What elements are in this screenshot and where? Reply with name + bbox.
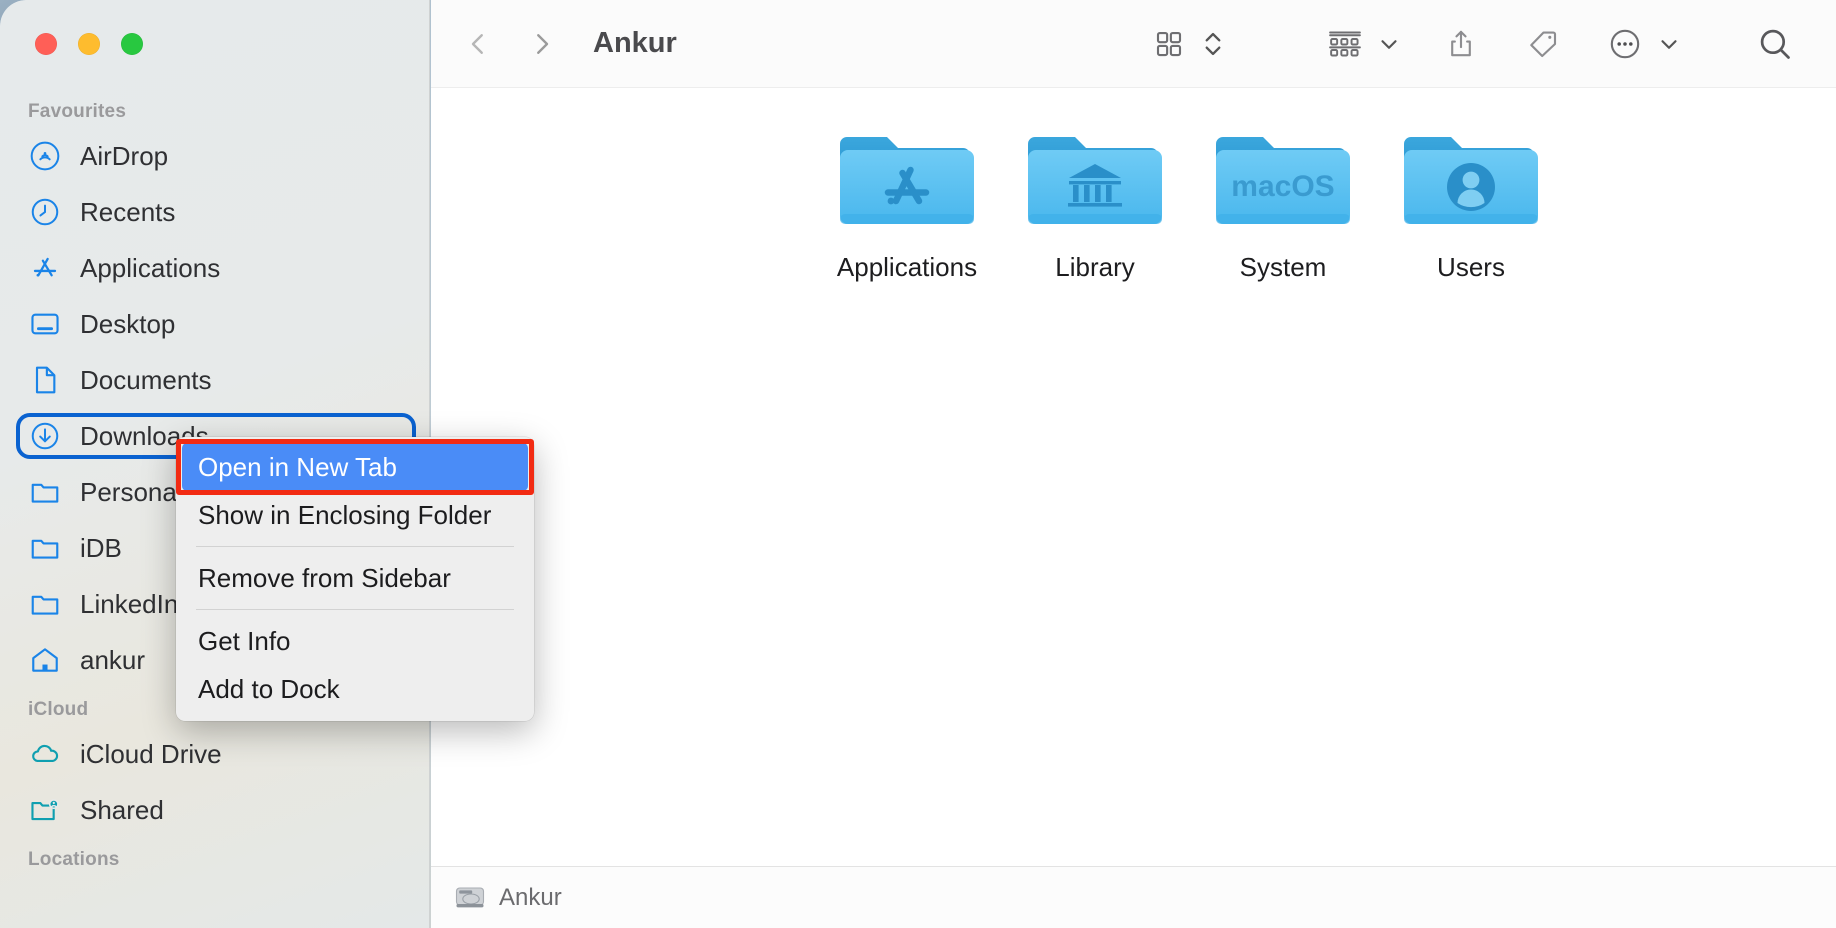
folder-library-icon <box>1022 124 1168 236</box>
grid-view-icon[interactable] <box>1142 17 1196 71</box>
sidebar-item-icloud-drive[interactable]: iCloud Drive <box>0 726 430 782</box>
content-area: Ankur Applications Library macOS System … <box>431 0 1836 928</box>
context-menu: Open in New Tab Show in Enclosing Folder… <box>176 437 534 721</box>
context-menu-separator <box>196 546 514 547</box>
folder-icon <box>28 587 62 621</box>
file-item-system[interactable]: macOS System <box>1189 124 1377 848</box>
sort-stepper-icon[interactable] <box>1196 17 1230 71</box>
sidebar-item-label: Personal <box>80 476 183 507</box>
cloud-icon <box>28 737 62 771</box>
minimize-button[interactable] <box>78 33 100 55</box>
chevron-down-icon[interactable] <box>1372 17 1406 71</box>
sidebar-item-shared[interactable]: Shared <box>0 782 430 838</box>
desktop-icon <box>28 307 62 341</box>
file-item-users[interactable]: Users <box>1377 124 1565 848</box>
sidebar-item-label: Shared <box>80 794 164 825</box>
sidebar-item-label: Documents <box>80 364 212 395</box>
clock-icon <box>28 195 62 229</box>
airdrop-icon <box>28 139 62 173</box>
sidebar-item-documents[interactable]: Documents <box>0 352 430 408</box>
sidebar-item-applications[interactable]: Applications <box>0 240 430 296</box>
more-control-group <box>1598 17 1686 71</box>
context-menu-item-show-in-enclosing-folder[interactable]: Show in Enclosing Folder <box>176 491 534 539</box>
home-icon <box>28 643 62 677</box>
toolbar: Ankur <box>431 0 1836 88</box>
share-icon[interactable] <box>1434 17 1488 71</box>
group-by-control-group <box>1318 17 1406 71</box>
context-menu-item-get-info[interactable]: Get Info <box>176 617 534 665</box>
file-label: Applications <box>836 252 978 282</box>
folder-icon <box>28 531 62 565</box>
traffic-lights <box>35 33 143 55</box>
context-menu-item-open-in-new-tab-wrapper: Open in New Tab <box>176 439 534 495</box>
file-label: System <box>1239 252 1327 282</box>
folder-users-icon <box>1398 124 1544 236</box>
finder-window: Favourites AirDrop Recents Applications … <box>0 0 1836 928</box>
screen: Favourites AirDrop Recents Applications … <box>0 0 1836 928</box>
forward-button[interactable] <box>525 27 559 61</box>
context-menu-item-add-to-dock[interactable]: Add to Dock <box>176 665 534 713</box>
zoom-button[interactable] <box>121 33 143 55</box>
navigation-arrows <box>461 27 559 61</box>
context-menu-item-open-in-new-tab[interactable]: Open in New Tab <box>182 443 528 491</box>
context-menu-item-remove-from-sidebar[interactable]: Remove from Sidebar <box>176 554 534 602</box>
sidebar-item-label: LinkedIn <box>80 588 179 619</box>
hard-drive-icon <box>455 885 485 911</box>
folder-system-icon: macOS <box>1210 124 1356 236</box>
file-label: Users <box>1437 252 1505 282</box>
chevron-down-icon[interactable] <box>1652 17 1686 71</box>
view-control-group <box>1142 17 1230 71</box>
sidebar-item-label: AirDrop <box>80 140 169 171</box>
sidebar-item-airdrop[interactable]: AirDrop <box>0 128 430 184</box>
page-title: Ankur <box>593 27 677 59</box>
document-icon <box>28 363 62 397</box>
file-item-applications[interactable]: Applications <box>813 124 1001 848</box>
sidebar-item-label: iCloud Drive <box>80 738 222 769</box>
sidebar-item-label: ankur <box>80 644 146 675</box>
tag-icon[interactable] <box>1516 17 1570 71</box>
sidebar-item-label: iDB <box>80 532 122 563</box>
file-grid: Applications Library macOS System Users <box>431 88 1836 848</box>
group-by-icon[interactable] <box>1318 17 1372 71</box>
context-menu-separator <box>196 609 514 610</box>
back-button[interactable] <box>461 27 495 61</box>
file-item-library[interactable]: Library <box>1001 124 1189 848</box>
sidebar-item-label: Desktop <box>80 308 176 339</box>
downloads-icon <box>28 419 62 453</box>
path-bar-label: Ankur <box>499 883 562 911</box>
close-button[interactable] <box>35 33 57 55</box>
sidebar-item-label: Applications <box>80 252 221 283</box>
folder-icon <box>28 475 62 509</box>
app-store-icon <box>28 251 62 285</box>
sidebar-section-locations: Locations <box>28 849 120 870</box>
sidebar-item-recents[interactable]: Recents <box>0 184 430 240</box>
file-label: Library <box>1055 252 1135 282</box>
sidebar-item-label: Recents <box>80 196 176 227</box>
folder-applications-icon <box>834 124 980 236</box>
toolbar-right <box>1142 17 1836 71</box>
shared-folder-icon <box>28 793 62 827</box>
sidebar-item-desktop[interactable]: Desktop <box>0 296 430 352</box>
sidebar-section-favourites: Favourites <box>28 101 127 122</box>
system-folder-glyph: macOS <box>1231 170 1334 203</box>
search-icon[interactable] <box>1748 17 1802 71</box>
more-ellipsis-icon[interactable] <box>1598 17 1652 71</box>
path-bar[interactable]: Ankur <box>431 866 1836 928</box>
